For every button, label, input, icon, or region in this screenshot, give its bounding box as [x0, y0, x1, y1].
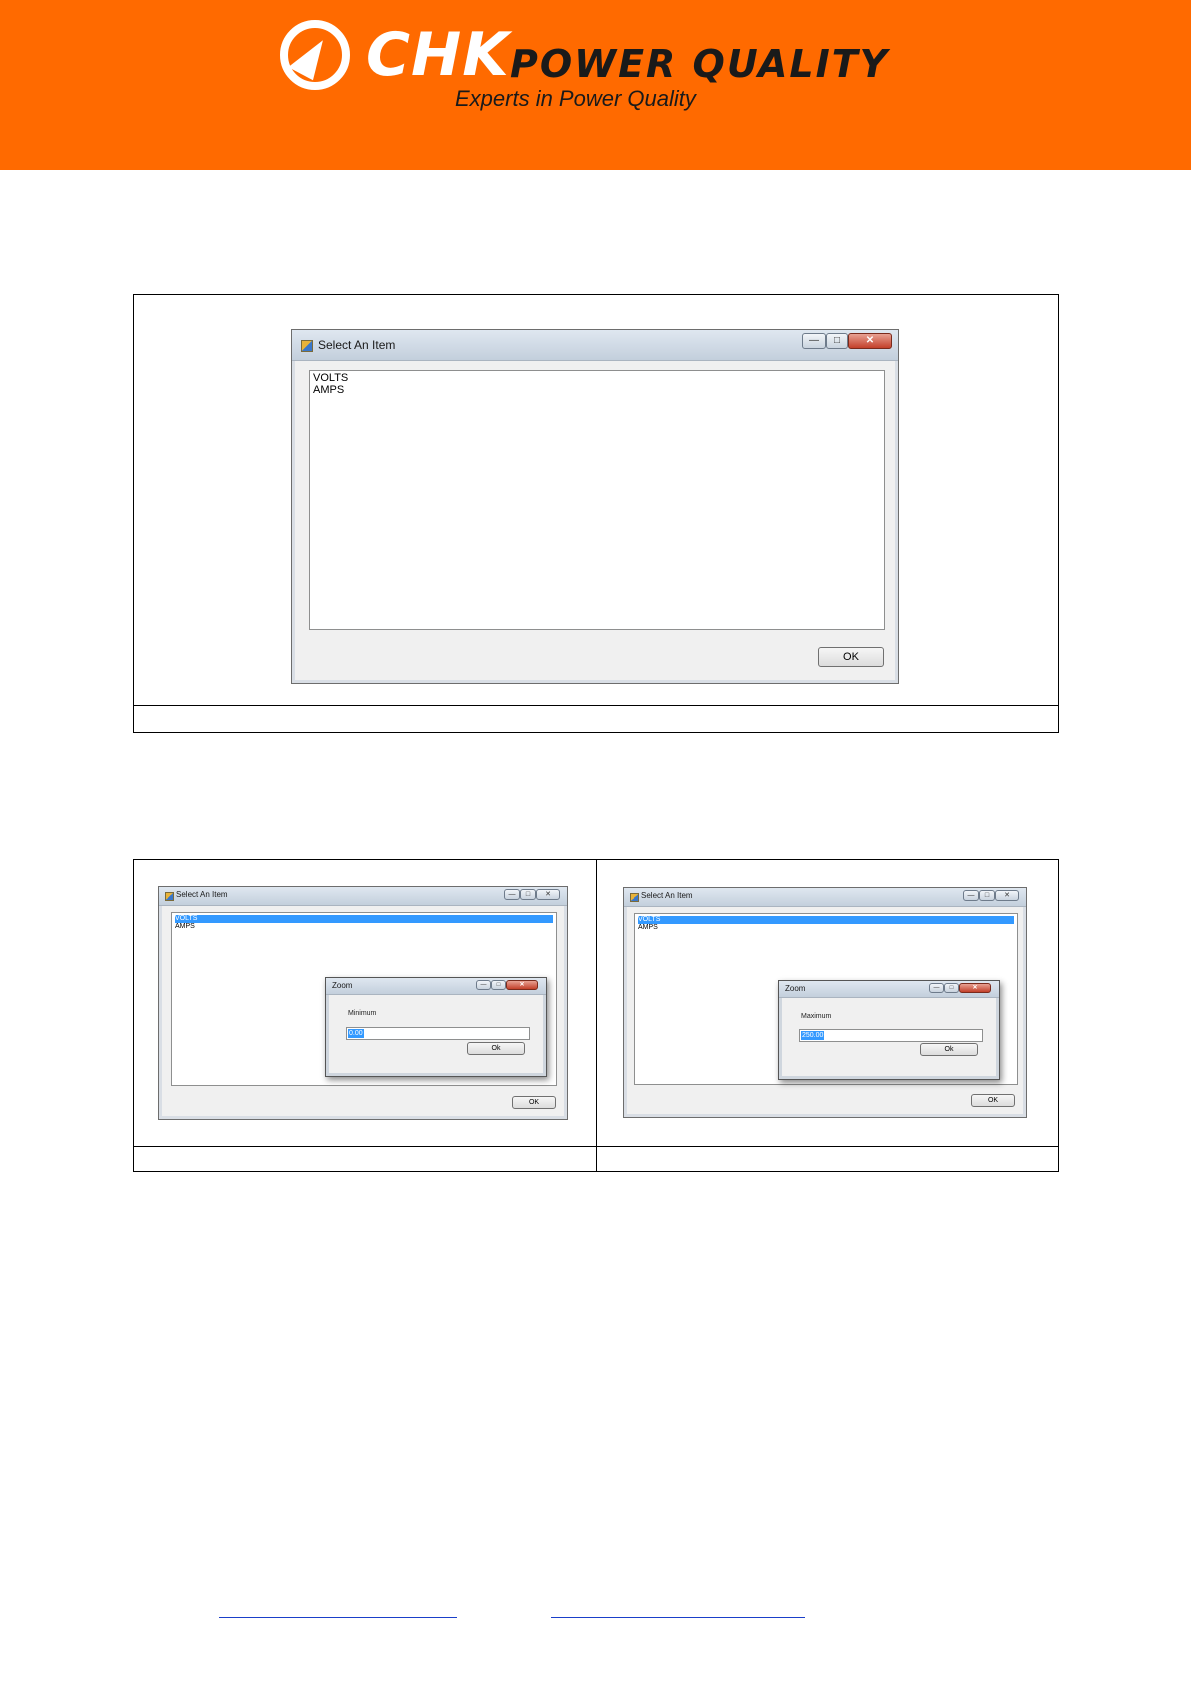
- zoom-title: Zoom: [332, 981, 353, 990]
- close-icon[interactable]: ✕: [536, 889, 560, 900]
- ok-button[interactable]: OK: [818, 647, 884, 667]
- logo-brand: CHK: [366, 20, 510, 90]
- close-icon[interactable]: ✕: [506, 980, 538, 990]
- app-icon: [165, 892, 174, 901]
- close-icon[interactable]: ✕: [995, 890, 1019, 901]
- minimum-input-value: 0.00: [348, 1029, 364, 1038]
- minimize-icon[interactable]: —: [802, 333, 826, 349]
- maximize-icon[interactable]: □: [944, 983, 959, 993]
- logo-brand-suffix: POWER QUALITY: [510, 42, 890, 86]
- close-icon[interactable]: ✕: [959, 983, 991, 993]
- figure-2-right-caption: [603, 1148, 1053, 1170]
- minimize-icon[interactable]: —: [476, 980, 491, 990]
- zoom-dialog-left: Zoom — □ ✕ Minimum 0.00 Ok: [325, 977, 547, 1077]
- dialog-titlebar[interactable]: Select An Item — □ ✕: [159, 887, 567, 906]
- header-banner: CHK POWER QUALITY Experts in Power Quali…: [0, 0, 1191, 170]
- figure-2-column-divider: [596, 860, 597, 1171]
- footer-link-right[interactable]: [551, 1599, 805, 1618]
- figure-2-table: Select An Item — □ ✕ VOLTS AMPS OK Zoom …: [133, 859, 1059, 1172]
- dialog-title: Select An Item: [641, 891, 693, 900]
- dialog-titlebar[interactable]: Select An Item — □ ✕: [292, 330, 898, 361]
- select-item-dialog-left: Select An Item — □ ✕ VOLTS AMPS OK Zoom …: [158, 886, 568, 1120]
- figure-2-left-caption: [140, 1148, 590, 1170]
- maximum-input[interactable]: 250.00: [799, 1029, 983, 1042]
- figure-1-table: Select An Item — □ ✕ VOLTS AMPS OK: [133, 294, 1059, 733]
- list-item-selected[interactable]: VOLTS: [175, 915, 553, 923]
- figure-1-caption: [140, 707, 1052, 729]
- maximize-icon[interactable]: □: [491, 980, 506, 990]
- dialog-titlebar[interactable]: Select An Item — □ ✕: [624, 888, 1026, 907]
- ok-button[interactable]: OK: [512, 1096, 556, 1109]
- ok-button[interactable]: OK: [971, 1094, 1015, 1107]
- list-item[interactable]: AMPS: [313, 384, 881, 396]
- list-item-selected[interactable]: VOLTS: [638, 916, 1014, 924]
- figure-2-caption-divider: [134, 1146, 1058, 1147]
- figure-1-caption-divider: [134, 705, 1058, 706]
- maximize-icon[interactable]: □: [979, 890, 995, 901]
- zoom-titlebar[interactable]: Zoom — □ ✕: [326, 978, 546, 995]
- app-icon: [301, 340, 313, 352]
- zoom-dialog-right: Zoom — □ ✕ Maximum 250.00 Ok: [778, 980, 1000, 1080]
- select-item-dialog: Select An Item — □ ✕ VOLTS AMPS OK: [291, 329, 899, 684]
- app-icon: [630, 893, 639, 902]
- list-item[interactable]: AMPS: [638, 924, 1014, 932]
- minimize-icon[interactable]: —: [963, 890, 979, 901]
- zoom-titlebar[interactable]: Zoom — □ ✕: [779, 981, 999, 998]
- zoom-title: Zoom: [785, 984, 806, 993]
- zoom-ok-button[interactable]: Ok: [467, 1042, 525, 1055]
- footer-link-left[interactable]: [219, 1599, 457, 1618]
- list-item[interactable]: AMPS: [175, 923, 553, 931]
- dialog-title: Select An Item: [176, 890, 228, 899]
- list-item[interactable]: VOLTS: [313, 372, 881, 384]
- maximum-input-value: 250.00: [801, 1031, 825, 1040]
- zoom-field-label: Minimum: [348, 1010, 377, 1017]
- maximize-icon[interactable]: □: [520, 889, 536, 900]
- zoom-ok-button[interactable]: Ok: [920, 1043, 978, 1056]
- zoom-field-label: Maximum: [801, 1013, 832, 1020]
- close-icon[interactable]: ✕: [848, 333, 892, 349]
- minimize-icon[interactable]: —: [504, 889, 520, 900]
- dialog-title: Select An Item: [318, 338, 396, 352]
- minimum-input[interactable]: 0.00: [346, 1027, 530, 1040]
- maximize-icon[interactable]: □: [826, 333, 848, 349]
- logo-tagline: Experts in Power Quality: [455, 86, 696, 111]
- select-item-dialog-right: Select An Item — □ ✕ VOLTS AMPS OK Zoom …: [623, 887, 1027, 1118]
- minimize-icon[interactable]: —: [929, 983, 944, 993]
- item-listbox[interactable]: VOLTS AMPS: [309, 370, 885, 630]
